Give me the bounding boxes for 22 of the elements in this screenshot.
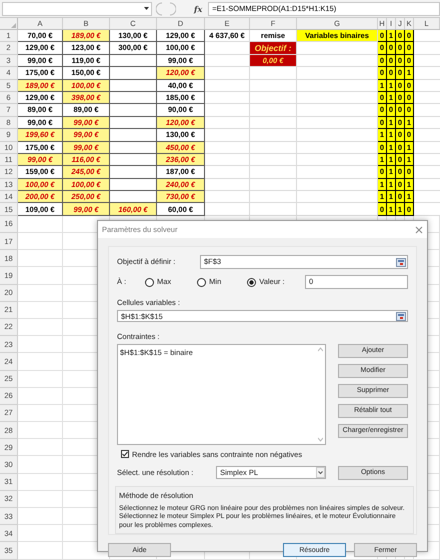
- empty-cell: [250, 129, 297, 142]
- empty-cell: [250, 116, 297, 130]
- checkbox[interactable]: [121, 450, 129, 458]
- close-icon[interactable]: [415, 226, 423, 234]
- empty-cell: [250, 191, 297, 204]
- empty-cell: [250, 154, 297, 166]
- dropdown-caret-icon[interactable]: [144, 7, 149, 10]
- empty-cell: [250, 178, 297, 192]
- radio-button[interactable]: [145, 278, 154, 286]
- radio-button[interactable]: [247, 278, 256, 286]
- empty-cell: [250, 166, 297, 179]
- range-select-icon[interactable]: [396, 312, 406, 321]
- radio-button[interactable]: [197, 278, 206, 286]
- empty-cell: [250, 203, 297, 216]
- range-select-icon[interactable]: [396, 258, 406, 266]
- empty-cell: [250, 80, 297, 92]
- empty-cell: [250, 104, 297, 117]
- objective-label: Objectif :: [254, 42, 292, 54]
- empty-cell: [250, 92, 297, 104]
- insert-function-button[interactable]: fx: [194, 2, 202, 14]
- empty-cell: [250, 142, 297, 154]
- divider-handle-icon[interactable]: [156, 2, 176, 16]
